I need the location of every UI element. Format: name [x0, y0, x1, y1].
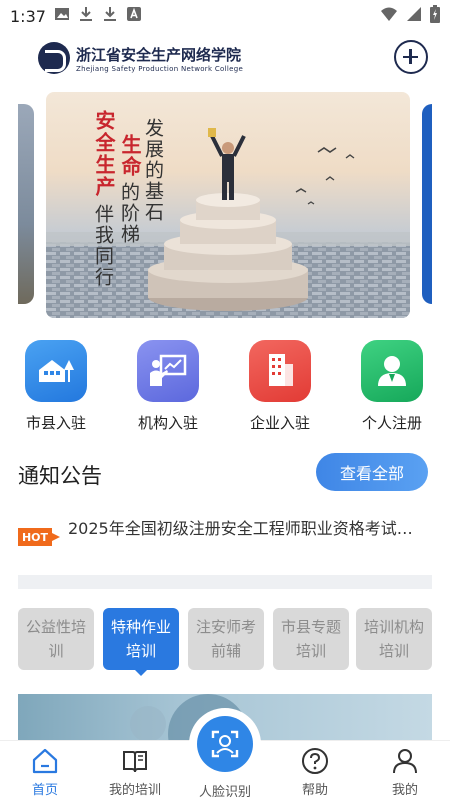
- entry-label: 个人注册: [361, 414, 422, 432]
- nav-label: 我的培训: [108, 783, 161, 798]
- signal-icon: [406, 6, 422, 26]
- carousel-prev-slide[interactable]: [18, 104, 34, 304]
- app-header: 浙江省安全生产网络学院 Zhejiang Safety Production N…: [0, 36, 450, 82]
- house-tree-icon: [25, 340, 87, 402]
- nav-label: 首页: [31, 783, 58, 798]
- entry-label: 市县入驻: [25, 414, 86, 432]
- entry-institution-settle[interactable]: 机构入驻: [118, 340, 218, 433]
- logo-text: 浙江省安全生产网络学院 Zhejiang Safety Production N…: [76, 44, 243, 73]
- user-icon: [391, 747, 419, 775]
- banner-slogan-ladder: 的阶梯: [118, 182, 140, 245]
- person-icon: [361, 340, 423, 402]
- entry-personal-register[interactable]: 个人注册: [342, 340, 442, 433]
- view-all-button[interactable]: 查看全部: [316, 453, 428, 491]
- building-icon: [249, 340, 311, 402]
- tab-public-training[interactable]: 公益性培训: [18, 608, 94, 670]
- help-icon: [301, 747, 329, 775]
- logo-mark-icon: [38, 42, 70, 74]
- face-scan-icon: [197, 716, 253, 772]
- entry-enterprise-settle[interactable]: 企业入驻: [230, 340, 330, 433]
- add-icon[interactable]: [394, 40, 428, 74]
- logo-title-en: Zhejiang Safety Production Network Colle…: [76, 64, 244, 73]
- tab-special-operation-training[interactable]: 特种作业培训: [103, 608, 179, 676]
- tab-county-topic-training[interactable]: 市县专题培训: [273, 608, 349, 670]
- quick-entry-grid: 市县入驻 机构入驻 企业入驻 个人注册: [0, 340, 450, 440]
- font-a-icon: [126, 6, 142, 26]
- nav-mine[interactable]: 我的: [365, 747, 445, 798]
- section-divider: [18, 575, 432, 589]
- banner-carousel[interactable]: 安全生产 伴我同行 生命 的阶梯 发展的基石: [0, 92, 450, 318]
- status-time: 1:37: [10, 6, 46, 26]
- college-logo: 浙江省安全生产网络学院 Zhejiang Safety Production N…: [38, 42, 243, 74]
- status-bar: 1:37: [0, 0, 450, 32]
- entry-label: 机构入驻: [137, 414, 198, 432]
- nav-help[interactable]: 帮助: [275, 747, 355, 798]
- status-notifications: [54, 6, 142, 26]
- carousel-current-slide[interactable]: 安全生产 伴我同行 生命 的阶梯 发展的基石: [46, 92, 410, 318]
- image-icon: [54, 6, 70, 26]
- entry-county-settle[interactable]: 市县入驻: [6, 340, 106, 433]
- download-icon: [78, 6, 94, 26]
- download-icon: [102, 6, 118, 26]
- banner-slogan-foundation: 发展的基石: [142, 118, 164, 223]
- nav-home[interactable]: 首页: [5, 747, 85, 798]
- tab-safety-engineer-exam[interactable]: 注安师考前辅: [188, 608, 264, 670]
- notice-item[interactable]: HOT 2025年全国初级注册安全工程师职业资格考试报名通知: [18, 512, 432, 546]
- nav-label: 帮助: [301, 783, 328, 798]
- nav-label: 我的: [391, 783, 418, 798]
- logo-title-cn: 浙江省安全生产网络学院: [76, 45, 242, 64]
- banner-slogan-companion: 伴我同行: [92, 204, 114, 288]
- nav-my-training[interactable]: 我的培训: [95, 747, 175, 798]
- wifi-icon: [380, 6, 398, 26]
- book-icon: [121, 747, 149, 775]
- hot-badge: HOT: [18, 528, 60, 546]
- entry-label: 企业入驻: [249, 414, 310, 432]
- nav-face-label[interactable]: 人脸识别: [185, 781, 265, 800]
- face-recognition-button[interactable]: [189, 708, 261, 780]
- banner-slogan-safety: 安全生产: [92, 110, 116, 198]
- home-icon: [31, 747, 59, 775]
- tab-institution-training[interactable]: 培训机构培训: [356, 608, 432, 670]
- battery-icon: [430, 5, 440, 27]
- teacher-board-icon: [137, 340, 199, 402]
- notice-section-title: 通知公告: [18, 464, 102, 488]
- training-category-tabs: 公益性培训 特种作业培训 注安师考前辅 市县专题培训 培训机构培训: [18, 608, 432, 676]
- status-system-icons: [380, 5, 440, 27]
- notice-item-text: 2025年全国初级注册安全工程师职业资格考试报名通知: [68, 519, 418, 538]
- carousel-next-slide[interactable]: [422, 104, 432, 304]
